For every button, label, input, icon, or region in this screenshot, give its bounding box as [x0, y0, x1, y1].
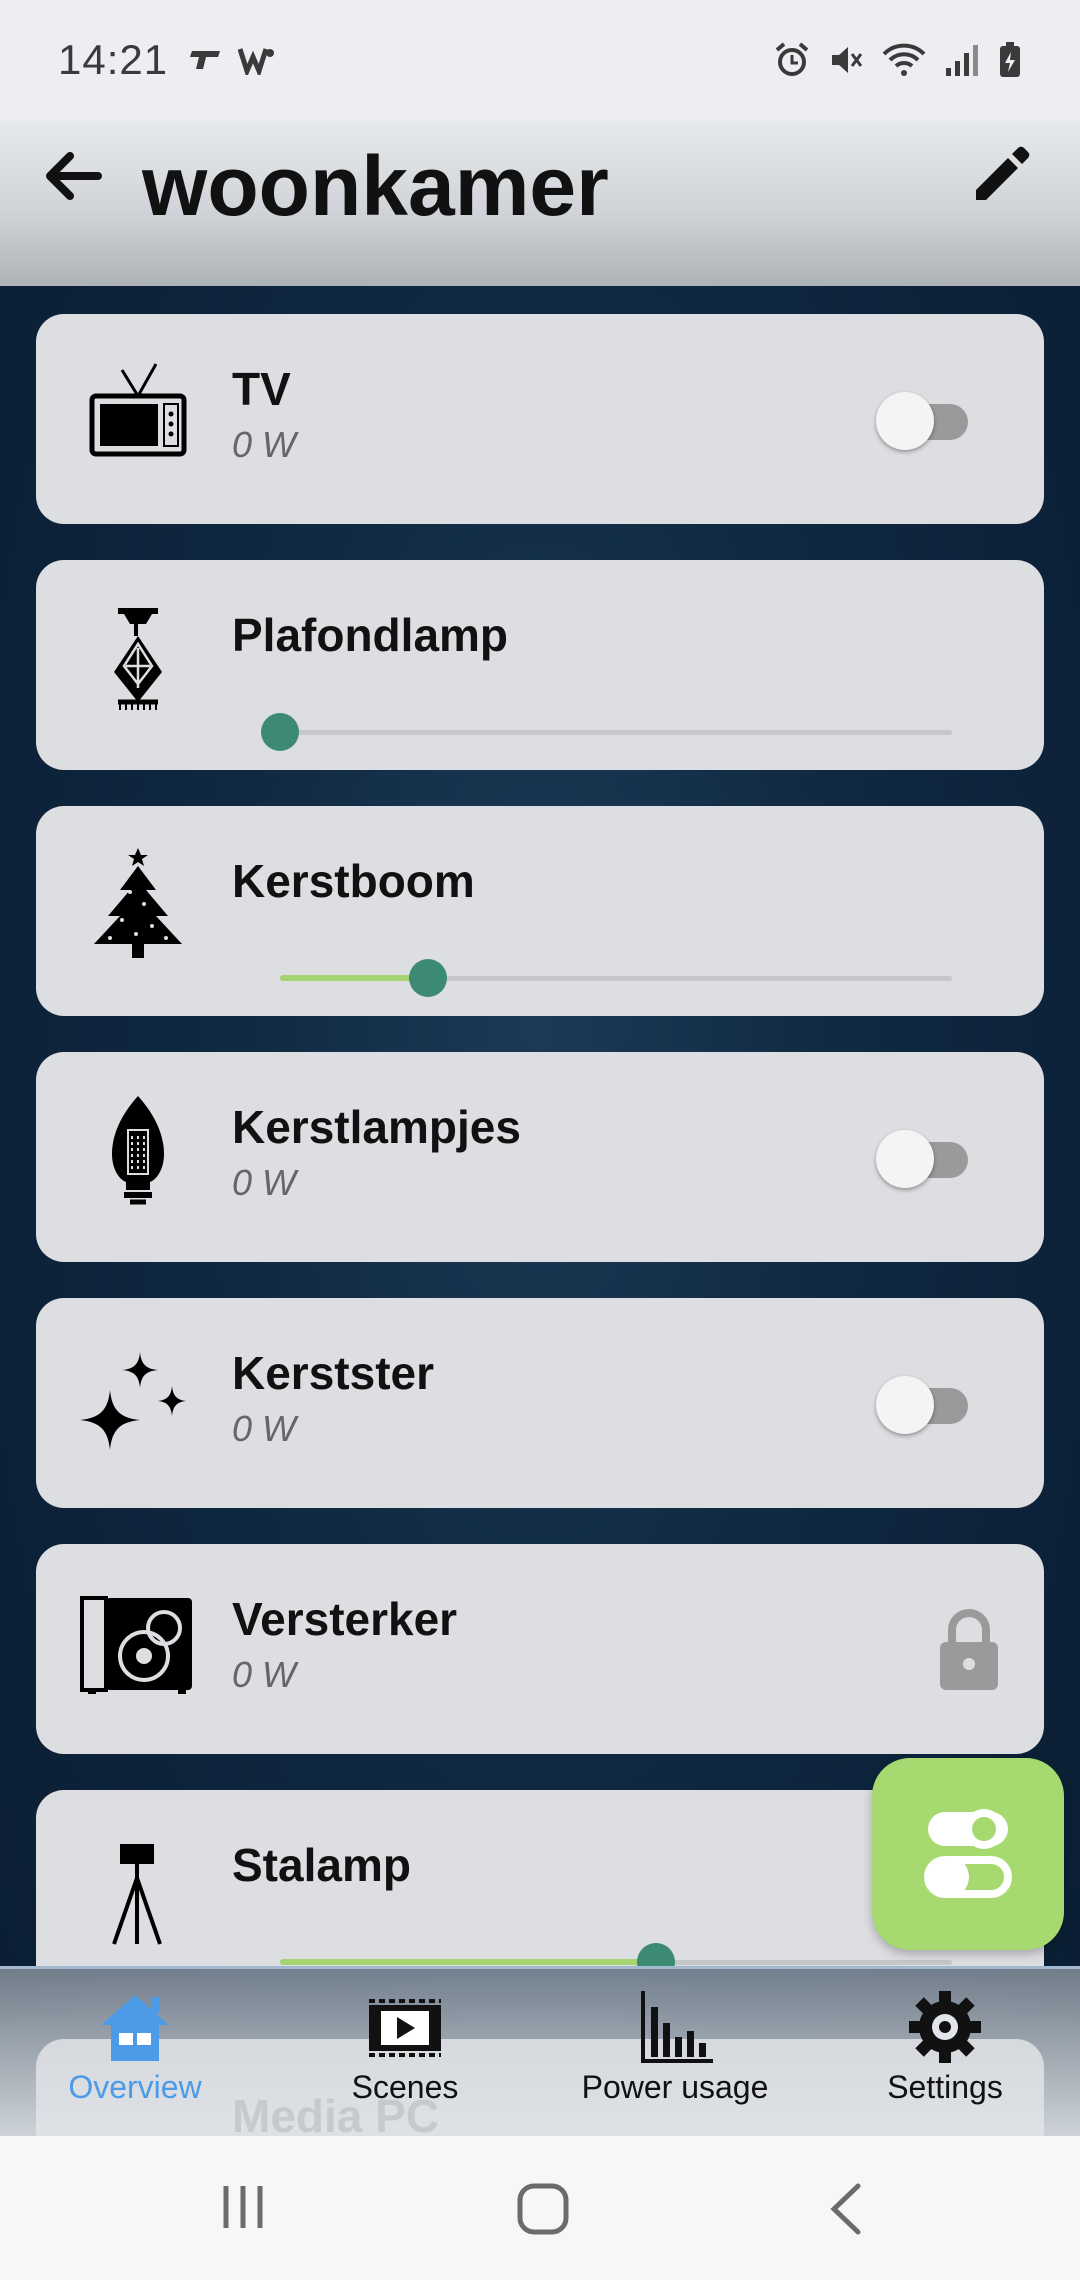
tv-icon [89, 363, 187, 457]
christmas-tree-icon [94, 848, 182, 958]
nav-label: Overview [68, 2069, 202, 2105]
device-power: 0 W [232, 1408, 297, 1449]
edit-pencil-icon[interactable] [966, 138, 1038, 210]
back-button-icon[interactable] [822, 2182, 872, 2236]
nav-scenes[interactable]: Scenes [280, 1989, 530, 2136]
mute-icon [832, 47, 863, 73]
bar-chart-icon [641, 1991, 713, 2063]
device-card-tv[interactable]: TV 0 W [36, 314, 1044, 524]
system-navigation-bar [0, 2136, 1080, 2280]
device-name: TV [232, 363, 291, 415]
lock-icon [940, 1609, 998, 1690]
device-name: Versterker [232, 1593, 458, 1645]
light-bulb-icon [112, 1096, 164, 1205]
sparkles-icon [80, 1352, 186, 1450]
device-name: Stalamp [232, 1839, 411, 1891]
bottom-navigation: Media PC Overview Scenes Power usage Set… [0, 1966, 1080, 2136]
nav-overview[interactable]: Overview [10, 1989, 260, 2136]
toggles-icon [924, 1809, 1012, 1898]
nav-settings[interactable]: Settings [820, 1989, 1070, 2136]
device-card-plafondlamp[interactable]: Plafondlamp [36, 560, 1044, 770]
device-name: Kerstster [232, 1347, 434, 1399]
tripod-lamp-icon [112, 1844, 162, 1945]
device-power: 0 W [232, 424, 297, 465]
device-card-versterker[interactable]: Versterker 0 W [36, 1544, 1044, 1754]
tv-toggle[interactable] [876, 390, 968, 450]
nav-label: Scenes [351, 2069, 459, 2105]
status-time: 14:21 [58, 36, 169, 83]
kerstlampjes-toggle[interactable] [876, 1128, 968, 1188]
app-notification-icon [190, 51, 221, 69]
recent-apps-icon[interactable] [218, 2182, 268, 2232]
gear-icon [909, 1991, 981, 2063]
ceiling-lamp-icon [114, 608, 162, 710]
home-button-icon[interactable] [516, 2182, 570, 2236]
device-name: Kerstboom [232, 855, 475, 907]
app-notification-w-icon [238, 48, 275, 75]
alarm-icon [775, 42, 809, 76]
home-icon [101, 1995, 169, 2061]
status-bar: 14:21 [0, 0, 1080, 120]
wifi-icon [882, 43, 926, 76]
kerstboom-brightness-slider[interactable] [280, 958, 952, 998]
device-power: 0 W [232, 1162, 297, 1203]
plafondlamp-brightness-slider[interactable] [261, 712, 952, 752]
battery-icon [1000, 42, 1020, 77]
device-card-kerstster[interactable]: Kerstster 0 W [36, 1298, 1044, 1508]
slider-knob[interactable] [408, 959, 447, 997]
scenes-icon [369, 1999, 441, 2057]
device-name: Kerstlampjes [232, 1101, 521, 1153]
page-title: woonkamer [142, 139, 609, 233]
speaker-icon [80, 1596, 192, 1694]
kerstster-toggle[interactable] [876, 1374, 968, 1434]
device-power: 0 W [232, 1654, 297, 1695]
app-bar: woonkamer [0, 120, 1080, 286]
stalamp-brightness-slider[interactable] [280, 1942, 952, 1966]
slider-knob[interactable] [637, 1943, 676, 1966]
device-name: Plafondlamp [232, 609, 509, 661]
device-list: TV 0 W Plafondlamp Kerstboom Kerstlampje… [0, 286, 1080, 1966]
signal-icon [946, 45, 978, 76]
nav-label: Settings [887, 2069, 1003, 2105]
nav-power-usage[interactable]: Power usage [550, 1989, 800, 2136]
back-arrow-icon[interactable] [38, 142, 106, 210]
scenes-toggle-fab[interactable] [872, 1758, 1064, 1950]
device-card-kerstboom[interactable]: Kerstboom [36, 806, 1044, 1016]
nav-label: Power usage [581, 2069, 769, 2105]
slider-knob[interactable] [261, 713, 299, 751]
device-card-kerstlampjes[interactable]: Kerstlampjes 0 W [36, 1052, 1044, 1262]
